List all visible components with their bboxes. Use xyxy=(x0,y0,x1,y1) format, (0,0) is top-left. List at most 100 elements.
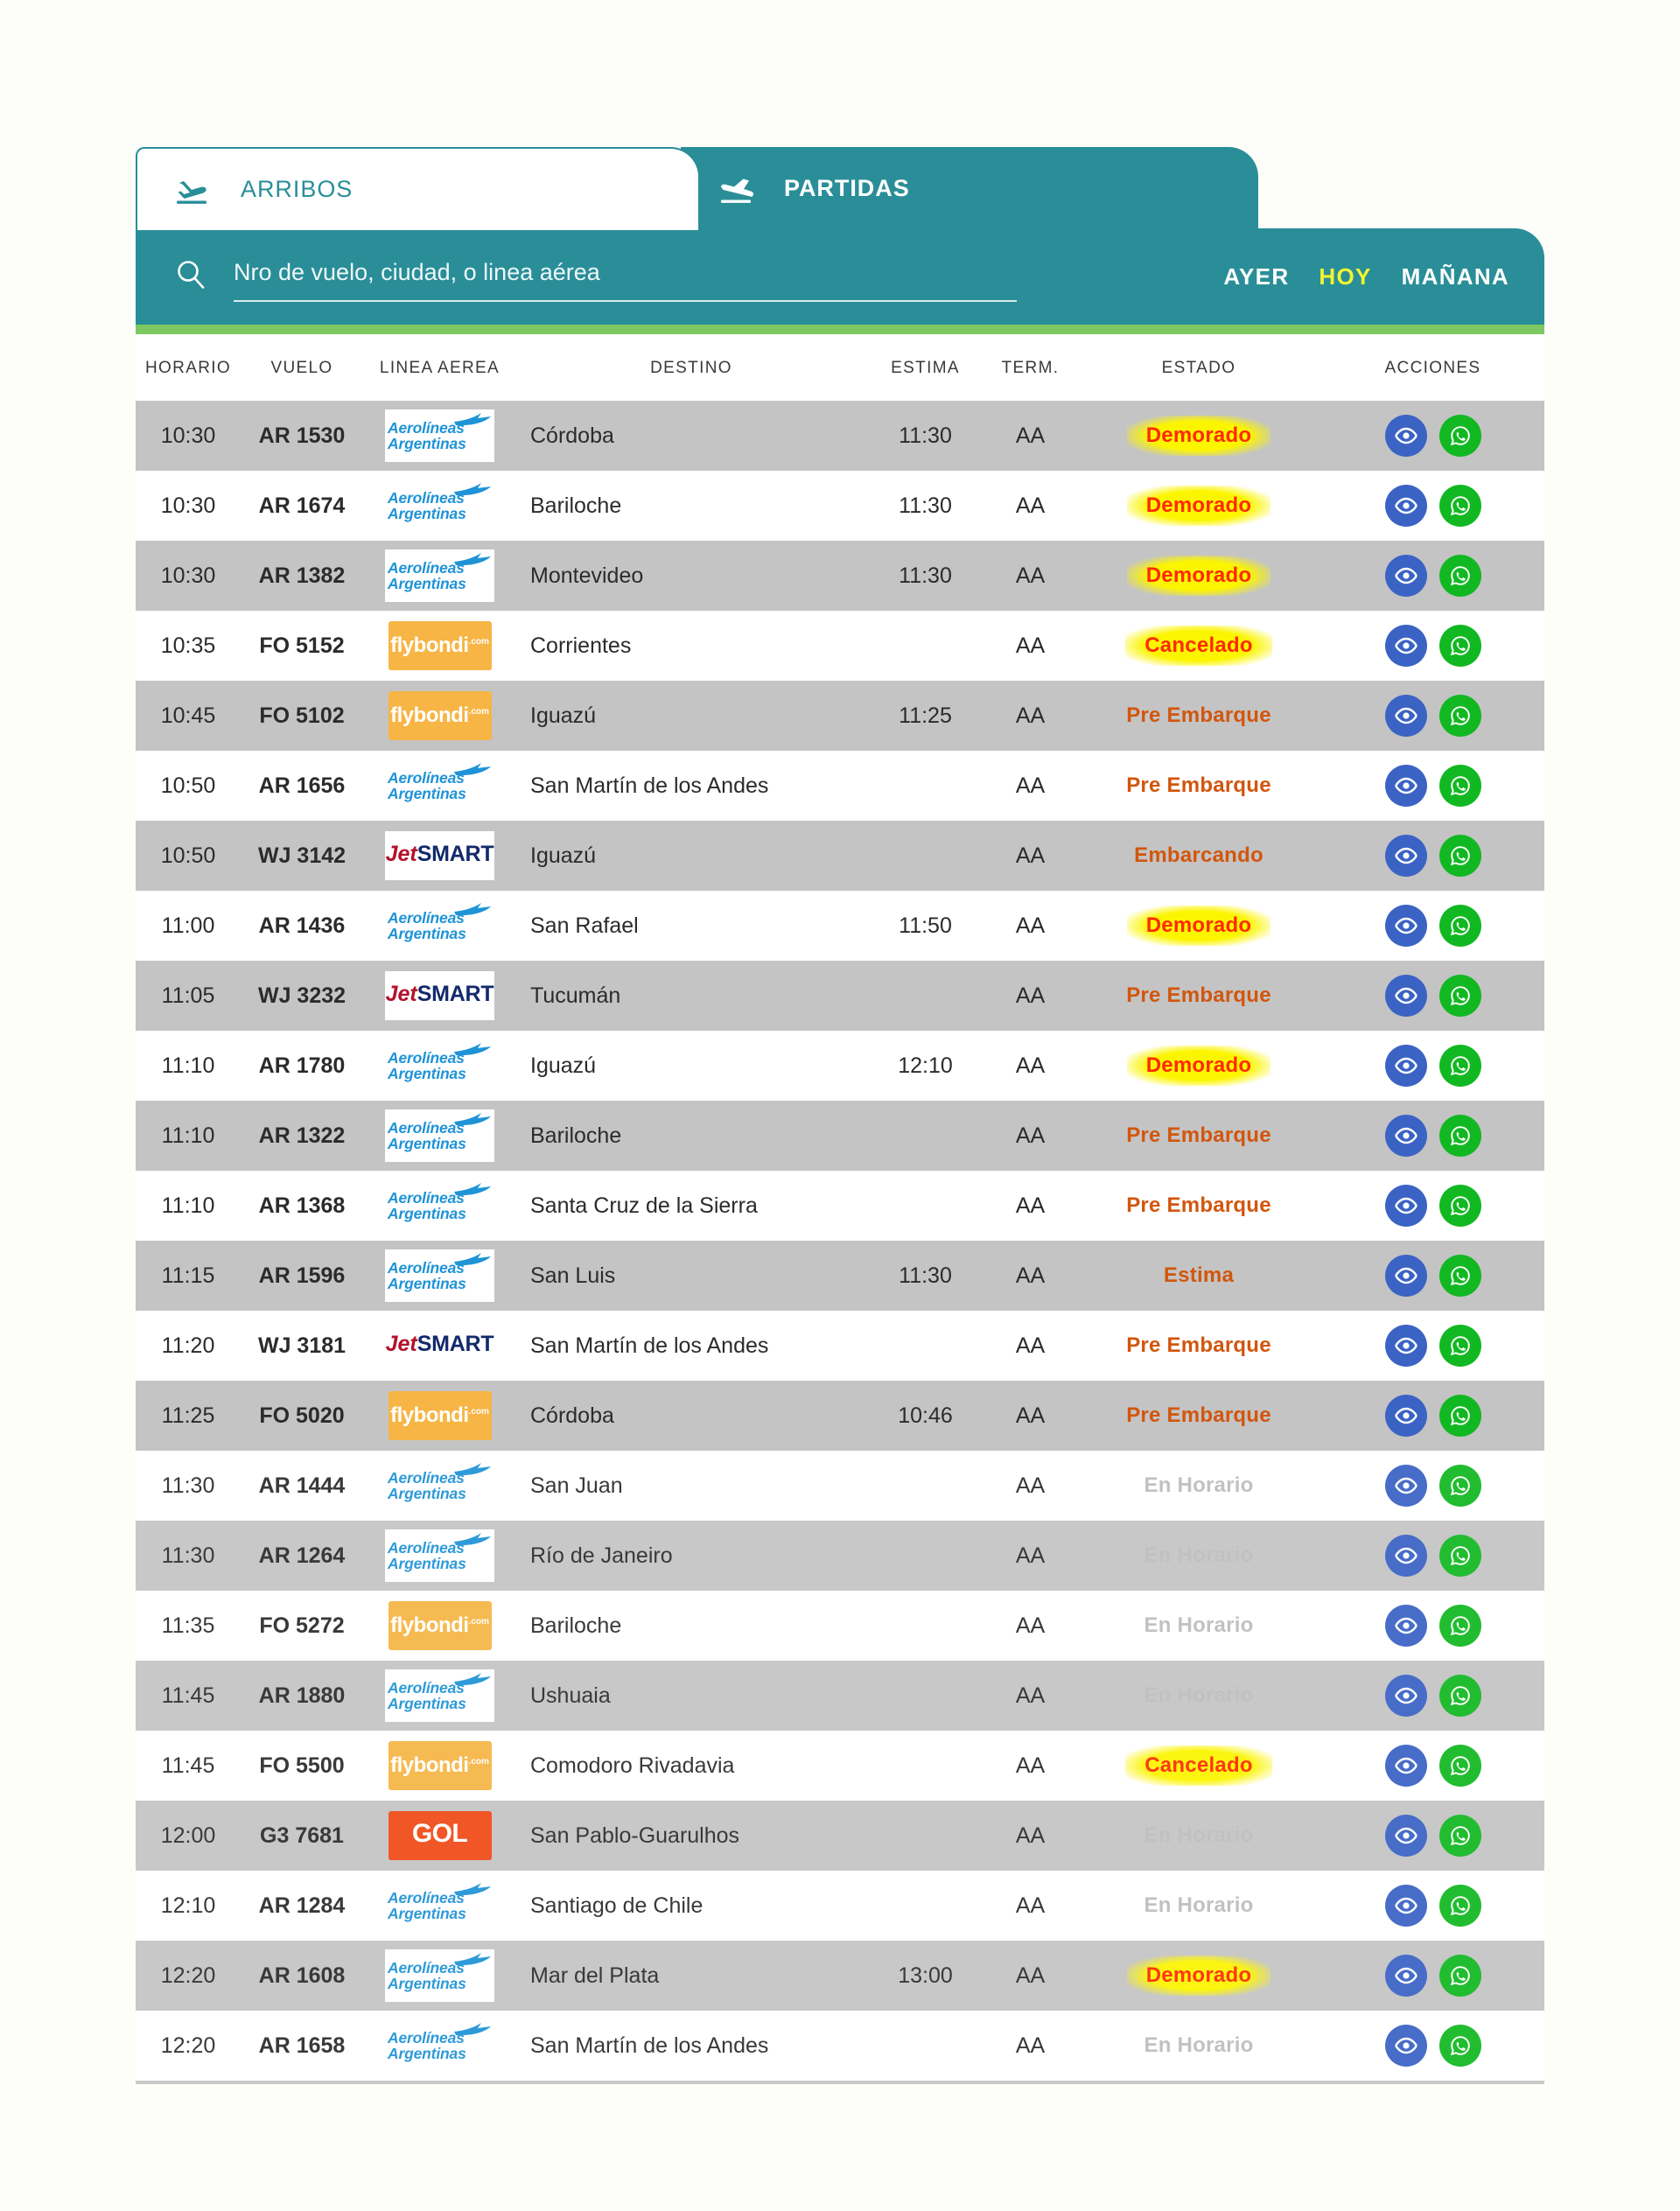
eye-icon[interactable] xyxy=(1384,625,1427,667)
col-header-term[interactable]: TERM. xyxy=(984,334,1076,401)
whatsapp-icon[interactable] xyxy=(1438,1675,1481,1717)
table-row[interactable]: 10:30 AR 1530 Aerolíneas Argentinas Córdoba 1… xyxy=(136,401,1544,471)
search-input[interactable] xyxy=(234,255,1017,302)
cell-linea-aerea: JetSMART xyxy=(363,1311,516,1381)
eye-icon[interactable] xyxy=(1384,765,1427,807)
table-row[interactable]: 11:20 WJ 3181 JetSMART San Martín de los An… xyxy=(136,1311,1544,1381)
table-row[interactable]: 10:50 WJ 3142 JetSMART Iguazú AA Embarcando xyxy=(136,821,1544,891)
eye-icon[interactable] xyxy=(1384,1115,1427,1157)
eye-icon[interactable] xyxy=(1384,1185,1427,1227)
whatsapp-icon[interactable] xyxy=(1438,695,1481,737)
table-row[interactable]: 11:45 FO 5500 flybondi.com Comodoro Rivadav… xyxy=(136,1731,1544,1801)
table-row[interactable]: 11:05 WJ 3232 JetSMART Tucumán AA Pre Embarqu… xyxy=(136,961,1544,1031)
col-header-vuelo[interactable]: VUELO xyxy=(241,334,363,401)
eye-icon[interactable] xyxy=(1384,1255,1427,1297)
cell-acciones xyxy=(1321,1241,1544,1311)
table-row[interactable]: 11:10 AR 1780 Aerolíneas Argentinas Iguazú 12… xyxy=(136,1031,1544,1101)
col-header-estado[interactable]: ESTADO xyxy=(1076,334,1321,401)
table-row[interactable]: 11:30 AR 1264 Aerolíneas Argentinas Río de J… xyxy=(136,1521,1544,1591)
eye-icon[interactable] xyxy=(1384,1465,1427,1507)
table-row[interactable]: 11:15 AR 1596 Aerolíneas Argentinas San Luis… xyxy=(136,1241,1544,1311)
eye-icon[interactable] xyxy=(1384,905,1427,947)
cell-acciones xyxy=(1321,1451,1544,1521)
cell-estima xyxy=(866,1871,984,1941)
col-header-linea-aerea[interactable]: LINEA AEREA xyxy=(363,334,516,401)
col-header-estima[interactable]: ESTIMA xyxy=(866,334,984,401)
table-row[interactable]: 10:30 AR 1674 Aerolíneas Argentinas Bariloch… xyxy=(136,471,1544,541)
table-row[interactable]: 12:20 AR 1658 Aerolíneas Argentinas San Mart… xyxy=(136,2011,1544,2081)
table-row[interactable]: 10:35 FO 5152 flybondi.com Corrientes AA Canc… xyxy=(136,611,1544,681)
eye-icon[interactable] xyxy=(1384,975,1427,1017)
day-ayer[interactable]: AYER xyxy=(1223,263,1289,290)
cell-vuelo: AR 1674 xyxy=(241,471,363,541)
col-header-horario[interactable]: HORARIO xyxy=(136,334,241,401)
table-row[interactable]: 12:00 G3 7681 GOL San Pablo-Guarulhos AA En H… xyxy=(136,1801,1544,1871)
whatsapp-icon[interactable] xyxy=(1438,1465,1481,1507)
search-icon[interactable] xyxy=(174,258,207,296)
eye-icon[interactable] xyxy=(1384,555,1427,597)
eye-icon[interactable] xyxy=(1384,1325,1427,1367)
airline-logo-text: JetSMART xyxy=(385,842,494,866)
day-nav: AYER HOY MAÑANA xyxy=(1188,263,1509,290)
whatsapp-icon[interactable] xyxy=(1438,975,1481,1017)
whatsapp-icon[interactable] xyxy=(1438,1815,1481,1857)
whatsapp-icon[interactable] xyxy=(1438,905,1481,947)
eye-icon[interactable] xyxy=(1384,695,1427,737)
cell-estado: En Horario xyxy=(1076,1591,1321,1661)
whatsapp-icon[interactable] xyxy=(1438,1395,1481,1437)
tab-partidas[interactable]: PARTIDAS xyxy=(681,147,1258,230)
eye-icon[interactable] xyxy=(1384,1045,1427,1087)
whatsapp-icon[interactable] xyxy=(1438,765,1481,807)
day-manana[interactable]: MAÑANA xyxy=(1402,263,1509,290)
table-row[interactable]: 11:25 FO 5020 flybondi.com Córdoba 10:46 AA Pr… xyxy=(136,1381,1544,1451)
tab-arribos[interactable]: ARRIBOS xyxy=(136,147,700,230)
whatsapp-icon[interactable] xyxy=(1438,1115,1481,1157)
eye-icon[interactable] xyxy=(1384,1955,1427,1997)
col-header-acciones[interactable]: ACCIONES xyxy=(1321,334,1544,401)
eye-icon[interactable] xyxy=(1384,485,1427,527)
table-row[interactable]: 10:30 AR 1382 Aerolíneas Argentinas Montevid… xyxy=(136,541,1544,611)
eye-icon[interactable] xyxy=(1384,1395,1427,1437)
eye-icon[interactable] xyxy=(1384,835,1427,877)
airline-logo-aerolineas-argentinas: Aerolíneas Argentinas xyxy=(385,1179,494,1232)
whatsapp-icon[interactable] xyxy=(1438,555,1481,597)
cell-estima xyxy=(866,611,984,681)
eye-icon[interactable] xyxy=(1384,1535,1427,1577)
table-row[interactable]: 11:30 AR 1444 Aerolíneas Argentinas San Juan… xyxy=(136,1451,1544,1521)
eye-icon[interactable] xyxy=(1384,1885,1427,1927)
col-header-destino[interactable]: DESTINO xyxy=(516,334,866,401)
whatsapp-icon[interactable] xyxy=(1438,1605,1481,1647)
table-row[interactable]: 11:10 AR 1322 Aerolíneas Argentinas Bariloch… xyxy=(136,1101,1544,1171)
cell-acciones xyxy=(1321,471,1544,541)
eye-icon[interactable] xyxy=(1384,2025,1427,2067)
whatsapp-icon[interactable] xyxy=(1438,1045,1481,1087)
table-row[interactable]: 11:45 AR 1880 Aerolíneas Argentinas Ushuaia A… xyxy=(136,1661,1544,1731)
whatsapp-icon[interactable] xyxy=(1438,2025,1481,2067)
row-actions xyxy=(1322,1255,1544,1297)
whatsapp-icon[interactable] xyxy=(1438,1955,1481,1997)
day-hoy[interactable]: HOY xyxy=(1319,263,1371,290)
table-row[interactable]: 10:45 FO 5102 flybondi.com Iguazú 11:25 AA Pre… xyxy=(136,681,1544,751)
whatsapp-icon[interactable] xyxy=(1438,1535,1481,1577)
table-row[interactable]: 11:00 AR 1436 Aerolíneas Argentinas San Rafa… xyxy=(136,891,1544,961)
whatsapp-icon[interactable] xyxy=(1438,415,1481,457)
whatsapp-icon[interactable] xyxy=(1438,1745,1481,1787)
whatsapp-icon[interactable] xyxy=(1438,1885,1481,1927)
eye-icon[interactable] xyxy=(1384,1605,1427,1647)
table-row[interactable]: 12:20 AR 1608 Aerolíneas Argentinas Mar del … xyxy=(136,1941,1544,2011)
table-row[interactable]: 12:10 AR 1284 Aerolíneas Argentinas Santiago… xyxy=(136,1871,1544,1941)
eye-icon[interactable] xyxy=(1384,1675,1427,1717)
table-row[interactable]: 10:50 AR 1656 Aerolíneas Argentinas San Mart… xyxy=(136,751,1544,821)
whatsapp-icon[interactable] xyxy=(1438,1255,1481,1297)
whatsapp-icon[interactable] xyxy=(1438,1325,1481,1367)
table-row[interactable]: 11:35 FO 5272 flybondi.com Bariloche AA En Ho… xyxy=(136,1591,1544,1661)
table-row[interactable]: 11:10 AR 1368 Aerolíneas Argentinas Santa Cr… xyxy=(136,1171,1544,1241)
whatsapp-icon[interactable] xyxy=(1438,625,1481,667)
eye-icon[interactable] xyxy=(1384,1745,1427,1787)
eye-icon[interactable] xyxy=(1384,415,1427,457)
cell-vuelo: AR 1880 xyxy=(241,1661,363,1731)
whatsapp-icon[interactable] xyxy=(1438,835,1481,877)
whatsapp-icon[interactable] xyxy=(1438,1185,1481,1227)
whatsapp-icon[interactable] xyxy=(1438,485,1481,527)
eye-icon[interactable] xyxy=(1384,1815,1427,1857)
